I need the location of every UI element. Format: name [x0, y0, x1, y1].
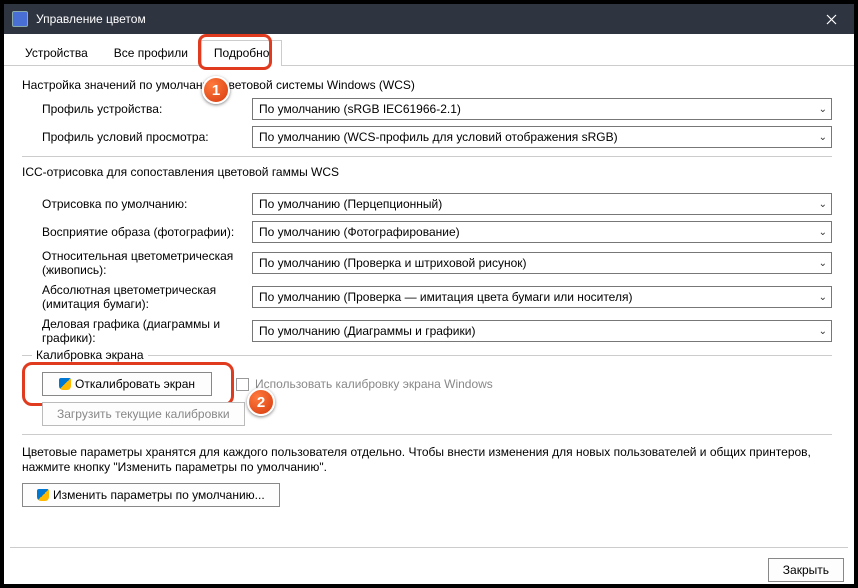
reload-btn-label: Загрузить текущие калибровки	[57, 407, 230, 421]
close-button[interactable]: Закрыть	[768, 558, 844, 582]
app-icon	[12, 11, 28, 27]
tab-bar: Устройства Все профили Подробно	[4, 36, 854, 66]
row-default-render: Отрисовка по умолчанию: По умолчанию (Пе…	[42, 193, 832, 215]
reload-row: Загрузить текущие калибровки	[42, 402, 832, 426]
business-label: Деловая графика (диаграммы и графики):	[42, 317, 252, 345]
row-viewing-profile: Профиль условий просмотра: По умолчанию …	[42, 126, 832, 148]
close-window-button[interactable]	[808, 4, 854, 34]
chevron-down-icon: ⌄	[819, 199, 827, 210]
abs-color-combo[interactable]: По умолчанию (Проверка — имитация цвета …	[252, 286, 832, 308]
perceptual-label: Восприятие образа (фотографии):	[42, 225, 252, 239]
tab-all-profiles[interactable]: Все профили	[101, 40, 201, 65]
icc-section-title: ICC-отрисовка для сопоставления цветовой…	[22, 165, 832, 179]
rel-color-value: По умолчанию (Проверка и штриховой рисун…	[259, 256, 527, 270]
abs-color-value: По умолчанию (Проверка — имитация цвета …	[259, 290, 632, 304]
chevron-down-icon: ⌄	[819, 104, 827, 115]
shield-icon	[37, 489, 49, 501]
abs-color-label: Абсолютная цветометрическая (имитация бу…	[42, 283, 252, 311]
use-windows-cal-label: Использовать калибровку экрана Windows	[255, 377, 493, 391]
use-windows-calibration-checkbox[interactable]: Использовать калибровку экрана Windows	[236, 377, 493, 391]
chevron-down-icon: ⌄	[819, 292, 827, 303]
wcs-group-title: Настройка значений по умолчанию цветовой…	[22, 78, 832, 92]
tab-devices[interactable]: Устройства	[12, 40, 101, 65]
separator	[22, 156, 832, 157]
viewing-profile-combo[interactable]: По умолчанию (WCS-профиль для условий от…	[252, 126, 832, 148]
business-value: По умолчанию (Диаграммы и графики)	[259, 324, 475, 338]
device-profile-combo[interactable]: По умолчанию (sRGB IEC61966-2.1) ⌄	[252, 98, 832, 120]
default-render-label: Отрисовка по умолчанию:	[42, 197, 252, 211]
chevron-down-icon: ⌄	[819, 326, 827, 337]
calibration-row: Откалибровать экран Использовать калибро…	[42, 372, 832, 396]
tab-advanced[interactable]: Подробно	[201, 40, 283, 66]
annotation-marker-1: 1	[202, 76, 230, 104]
calibration-legend: Калибровка экрана	[32, 348, 148, 362]
calibration-fieldset: Калибровка экрана	[22, 355, 832, 356]
bottom-separator	[10, 547, 848, 548]
business-combo[interactable]: По умолчанию (Диаграммы и графики) ⌄	[252, 320, 832, 342]
info-text: Цветовые параметры хранятся для каждого …	[22, 445, 832, 475]
separator	[22, 434, 832, 435]
row-perceptual: Восприятие образа (фотографии): По умолч…	[42, 221, 832, 243]
change-defaults-button[interactable]: Изменить параметры по умолчанию...	[22, 483, 280, 507]
chevron-down-icon: ⌄	[819, 132, 827, 143]
window-title: Управление цветом	[36, 12, 146, 26]
perceptual-combo[interactable]: По умолчанию (Фотографирование) ⌄	[252, 221, 832, 243]
titlebar: Управление цветом	[4, 4, 854, 34]
chevron-down-icon: ⌄	[819, 258, 827, 269]
calibrate-btn-label: Откалибровать экран	[75, 377, 195, 391]
reload-calibrations-button: Загрузить текущие калибровки	[42, 402, 245, 426]
row-abs-color: Абсолютная цветометрическая (имитация бу…	[42, 283, 832, 311]
change-defaults-label: Изменить параметры по умолчанию...	[53, 488, 265, 502]
default-render-combo[interactable]: По умолчанию (Перцепционный) ⌄	[252, 193, 832, 215]
annotation-marker-2: 2	[247, 388, 275, 416]
default-render-value: По умолчанию (Перцепционный)	[259, 197, 442, 211]
device-profile-label: Профиль устройства:	[42, 102, 252, 116]
tab-advanced-label: Подробно	[214, 46, 270, 60]
content-area: Настройка значений по умолчанию цветовой…	[4, 66, 854, 515]
viewing-profile-label: Профиль условий просмотра:	[42, 130, 252, 144]
viewing-profile-value: По умолчанию (WCS-профиль для условий от…	[259, 130, 618, 144]
bottom-bar: Закрыть	[768, 558, 844, 582]
close-btn-label: Закрыть	[783, 563, 829, 577]
close-icon	[826, 14, 837, 25]
rel-color-label: Относительная цветометрическая (живопись…	[42, 249, 252, 277]
device-profile-value: По умолчанию (sRGB IEC61966-2.1)	[259, 102, 461, 116]
row-device-profile: Профиль устройства: По умолчанию (sRGB I…	[42, 98, 832, 120]
chevron-down-icon: ⌄	[819, 227, 827, 238]
row-business: Деловая графика (диаграммы и графики): П…	[42, 317, 832, 345]
row-rel-color: Относительная цветометрическая (живопись…	[42, 249, 832, 277]
checkbox-box	[236, 378, 249, 391]
perceptual-value: По умолчанию (Фотографирование)	[259, 225, 460, 239]
calibrate-screen-button[interactable]: Откалибровать экран	[42, 372, 212, 396]
rel-color-combo[interactable]: По умолчанию (Проверка и штриховой рисун…	[252, 252, 832, 274]
shield-icon	[59, 378, 71, 390]
